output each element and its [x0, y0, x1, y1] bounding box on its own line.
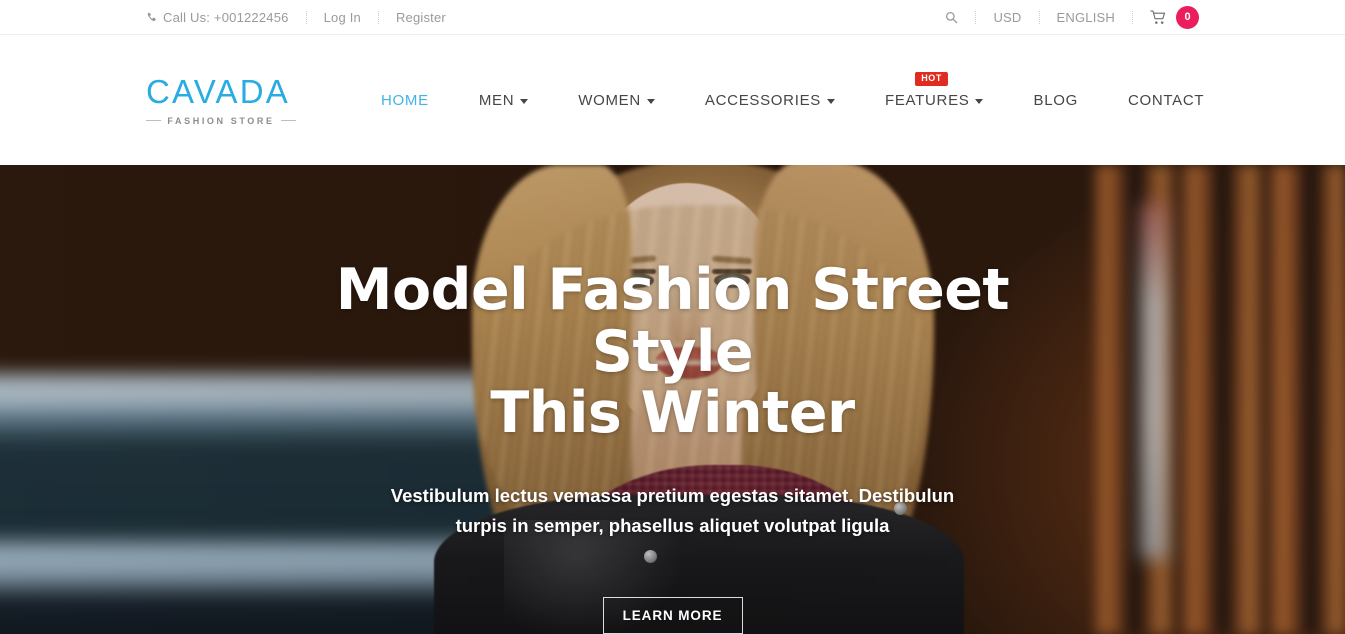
logo-wordmark: CAVADA — [146, 72, 291, 110]
nav-label: FEATURES — [884, 91, 970, 109]
language-selector[interactable]: ENGLISH — [1040, 10, 1132, 25]
chevron-down-icon — [975, 98, 984, 104]
chevron-down-icon — [826, 98, 835, 104]
nav-item-contact[interactable]: CONTACT — [1103, 92, 1229, 109]
login-link[interactable]: Log In — [307, 10, 378, 25]
hero-subtitle: Vestibulum lectus vemassa pretium egesta… — [391, 481, 954, 541]
hero-title-line-1: Model Fashion Street Style — [335, 257, 1010, 385]
hero-title: Model Fashion Street Style This Winter — [293, 257, 1053, 447]
nav-item-blog[interactable]: BLOG — [1008, 92, 1102, 109]
cart-icon[interactable] — [1150, 9, 1167, 25]
logo-dash-left — [146, 120, 162, 121]
nav-item-women[interactable]: WOMEN — [553, 92, 680, 109]
nav-label: HOME — [381, 91, 429, 109]
logo-dash-right — [280, 120, 296, 121]
nav-label: MEN — [478, 91, 515, 109]
search-button[interactable] — [928, 11, 975, 24]
top-bar: Call Us: +001222456 Log In Register USD … — [0, 0, 1345, 35]
search-icon[interactable] — [945, 11, 958, 24]
logo[interactable]: CAVADA FASHION STORE — [146, 75, 296, 126]
hero-content: Model Fashion Street Style This Winter V… — [0, 165, 1345, 634]
nav-label: ACCESSORIES — [704, 91, 821, 109]
nav-label: CONTACT — [1127, 91, 1205, 109]
chevron-down-icon — [520, 98, 529, 104]
nav-item-men[interactable]: MEN — [454, 92, 553, 109]
cart-count-badge: 0 — [1176, 5, 1199, 29]
main-navigation: HOME MEN WOMEN ACCESSORIES HOT FEATURES … — [356, 71, 1229, 109]
nav-label: WOMEN — [578, 91, 641, 109]
call-us-text: Call Us: +001222456 — [163, 9, 289, 25]
top-bar-right: USD ENGLISH 0 — [928, 5, 1199, 29]
logo-tagline-row: FASHION STORE — [146, 116, 296, 126]
call-us-item: Call Us: +001222456 — [146, 10, 306, 25]
nav-label: BLOG — [1033, 91, 1078, 109]
nav-item-home[interactable]: HOME — [356, 92, 454, 109]
hero-banner: Model Fashion Street Style This Winter V… — [0, 165, 1345, 634]
cart-button[interactable]: 0 — [1133, 5, 1199, 29]
nav-item-accessories[interactable]: ACCESSORIES — [680, 92, 860, 109]
hero-subtitle-line-1: Vestibulum lectus vemassa pretium egesta… — [390, 484, 955, 506]
top-bar-left: Call Us: +001222456 Log In Register — [146, 10, 463, 25]
nav-item-features[interactable]: HOT FEATURES — [860, 71, 1009, 109]
learn-more-button[interactable]: LEARN MORE — [602, 596, 743, 634]
logo-tagline: FASHION STORE — [167, 115, 275, 126]
hot-badge: HOT — [915, 71, 949, 86]
site-header: CAVADA FASHION STORE HOME MEN WOMEN ACCE… — [0, 35, 1345, 165]
currency-selector[interactable]: USD — [976, 10, 1038, 25]
hero-title-line-2: This Winter — [490, 380, 855, 447]
chevron-down-icon — [646, 98, 655, 104]
phone-icon — [146, 12, 157, 23]
hero-subtitle-line-2: turpis in semper, phasellus aliquet volu… — [455, 514, 890, 536]
register-link[interactable]: Register — [379, 10, 463, 25]
